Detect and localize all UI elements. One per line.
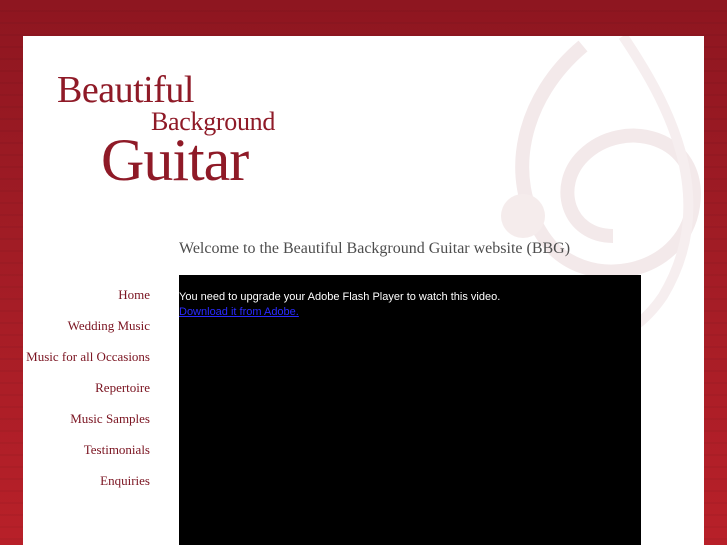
- flash-video-player[interactable]: You need to upgrade your Adobe Flash Pla…: [179, 275, 641, 545]
- page-content: Beautiful Background Guitar Welcome to t…: [23, 36, 704, 545]
- nav-item-music-samples[interactable]: Music Samples: [23, 410, 150, 428]
- main-nav: Home Wedding Music Music for all Occasio…: [23, 286, 150, 503]
- nav-item-music-for-all-occasions[interactable]: Music for all Occasions: [23, 348, 150, 366]
- nav-item-testimonials[interactable]: Testimonials: [23, 441, 150, 459]
- nav-item-home[interactable]: Home: [23, 286, 150, 304]
- logo-beautiful: Beautiful: [57, 69, 194, 111]
- site-logo[interactable]: Beautiful Background Guitar: [57, 69, 297, 193]
- nav-item-repertoire[interactable]: Repertoire: [23, 379, 150, 397]
- download-flash-link[interactable]: Download it from Adobe.: [179, 306, 299, 318]
- nav-item-enquiries[interactable]: Enquiries: [23, 472, 150, 490]
- flash-upgrade-message: You need to upgrade your Adobe Flash Pla…: [179, 291, 501, 303]
- logo-guitar: Guitar: [101, 127, 249, 193]
- page-title: Welcome to the Beautiful Background Guit…: [179, 240, 571, 257]
- nav-item-wedding-music[interactable]: Wedding Music: [23, 317, 150, 335]
